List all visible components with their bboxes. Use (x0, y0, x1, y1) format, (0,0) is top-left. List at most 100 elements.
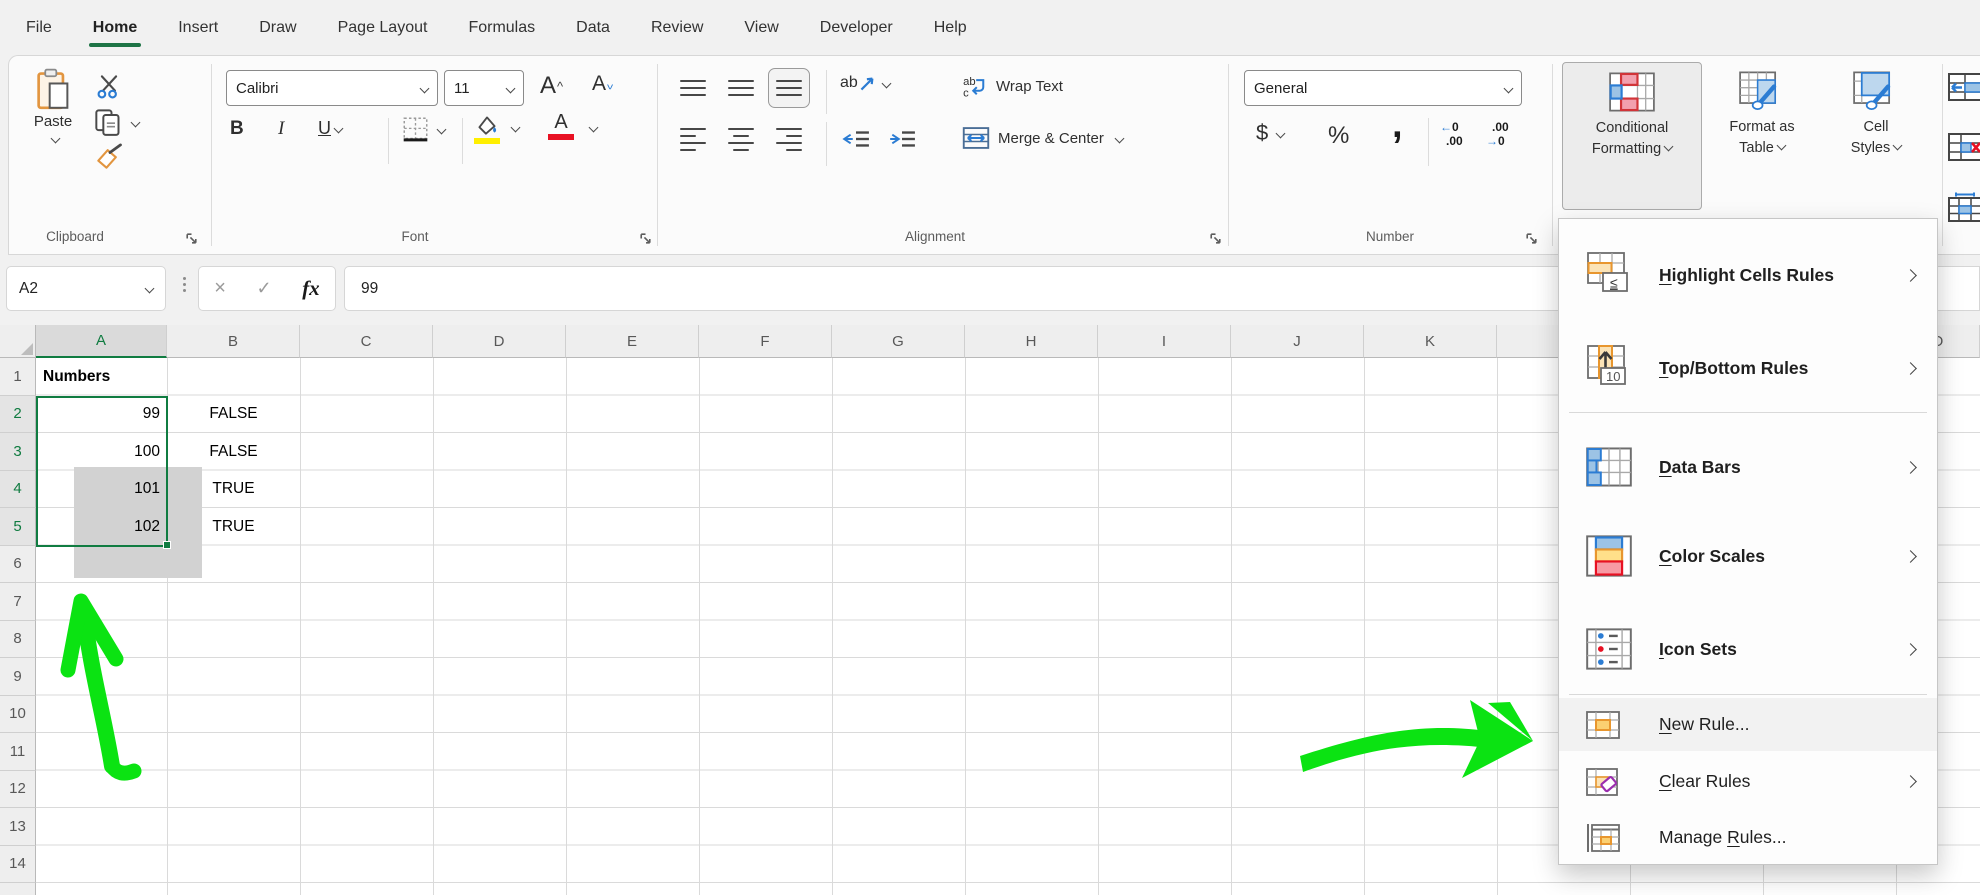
row-header-2[interactable]: 2 (0, 395, 36, 433)
underline-dropdown-chevron[interactable] (333, 123, 344, 134)
row-header-13[interactable]: 13 (0, 808, 36, 846)
tab-developer[interactable]: Developer (818, 15, 895, 41)
menu-item-icon-sets[interactable]: Icon Sets (1559, 607, 1937, 691)
comma-format-button[interactable]: , (1392, 104, 1403, 147)
tab-insert[interactable]: Insert (176, 15, 220, 41)
align-center-button[interactable] (728, 128, 754, 152)
orientation-button[interactable]: ab (840, 74, 892, 92)
cancel-icon[interactable]: × (214, 277, 226, 300)
menu-item-clear-rules[interactable]: Clear Rules (1559, 755, 1937, 808)
row-header-12[interactable]: 12 (0, 770, 36, 808)
tab-draw[interactable]: Draw (257, 15, 298, 41)
paste-dropdown-chevron[interactable] (50, 133, 60, 144)
menu-item-highlight-cells-rules[interactable]: ≤ Highlight Cells Rules (1559, 237, 1937, 313)
merge-center-button[interactable]: Merge & Center (962, 126, 1125, 150)
column-header-i[interactable]: I (1098, 325, 1231, 358)
align-right-button[interactable] (776, 128, 802, 152)
font-name-combo[interactable]: Calibri (226, 70, 438, 106)
number-dialog-launcher[interactable] (1524, 231, 1539, 246)
orientation-dropdown-chevron[interactable] (881, 78, 892, 88)
menu-item-manage-rules[interactable]: Manage Rules... (1559, 811, 1937, 864)
paste-button[interactable]: Paste (22, 68, 84, 144)
decrease-font-size-button[interactable]: A ^ (592, 72, 613, 96)
column-header-e[interactable]: E (566, 325, 699, 358)
row-header-7[interactable]: 7 (0, 583, 36, 621)
increase-font-size-button[interactable]: A ^ (540, 72, 563, 100)
format-cells-button[interactable] (1948, 192, 1980, 222)
row-header-10[interactable]: 10 (0, 695, 36, 733)
menu-item-new-rule[interactable]: New Rule... (1559, 698, 1937, 751)
row-header-11[interactable]: 11 (0, 733, 36, 771)
column-header-d[interactable]: D (433, 325, 566, 358)
row-header-8[interactable]: 8 (0, 620, 36, 658)
cell-b3[interactable]: FALSE (167, 433, 300, 471)
number-format-combo[interactable]: General (1244, 70, 1522, 106)
column-header-b[interactable]: B (167, 325, 300, 358)
font-dialog-launcher[interactable] (638, 231, 653, 246)
row-header-5[interactable]: 5 (0, 508, 36, 546)
fill-handle[interactable] (162, 541, 171, 549)
borders-button[interactable] (402, 116, 447, 143)
column-header-f[interactable]: F (699, 325, 832, 358)
tab-file[interactable]: File (24, 15, 54, 41)
column-header-k[interactable]: K (1364, 325, 1497, 358)
menu-item-top-bottom-rules[interactable]: 10 Top/Bottom Rules (1559, 327, 1937, 409)
underline-button[interactable]: U (318, 118, 344, 139)
row-header-15[interactable]: 15 (0, 883, 36, 895)
cell-b4[interactable]: TRUE (167, 471, 300, 509)
tab-review[interactable]: Review (649, 15, 705, 41)
tab-help[interactable]: Help (932, 15, 969, 41)
row-header-9[interactable]: 9 (0, 658, 36, 696)
merge-center-chevron[interactable] (1114, 133, 1125, 143)
row-header-4[interactable]: 4 (0, 470, 36, 508)
format-as-table-button[interactable]: Format as Table (1708, 62, 1816, 210)
enter-icon[interactable]: ✓ (257, 278, 272, 299)
insert-cells-button[interactable] (1948, 72, 1980, 102)
percent-format-button[interactable]: % (1328, 122, 1349, 150)
alignment-dialog-launcher[interactable] (1208, 231, 1223, 246)
increase-indent-button[interactable] (888, 128, 916, 150)
font-size-combo[interactable]: 11 (444, 70, 524, 106)
cell-a2-active[interactable]: 99 (36, 396, 167, 434)
wrap-text-button[interactable]: ab c Wrap Text (962, 74, 1063, 98)
top-align-button[interactable] (680, 80, 706, 97)
currency-format-button[interactable]: $ (1256, 120, 1286, 146)
decrease-decimal-button[interactable]: .00 →0 (1486, 120, 1509, 148)
tab-formulas[interactable]: Formulas (466, 15, 537, 41)
font-color-chevron[interactable] (586, 122, 599, 133)
tab-data[interactable]: Data (574, 15, 612, 41)
fill-color-chevron[interactable] (508, 122, 521, 133)
formula-bar-grip[interactable] (183, 277, 186, 292)
format-painter-button[interactable] (96, 143, 124, 169)
tab-home[interactable]: Home (88, 15, 142, 47)
cut-button[interactable] (96, 74, 122, 100)
row-header-3[interactable]: 3 (0, 433, 36, 471)
select-all-corner[interactable] (0, 325, 36, 358)
middle-align-button[interactable] (728, 80, 754, 97)
insert-function-icon[interactable]: fx (302, 276, 320, 301)
copy-dropdown-chevron[interactable] (130, 117, 141, 127)
fill-color-button[interactable] (474, 114, 500, 144)
column-header-j[interactable]: J (1231, 325, 1364, 358)
copy-button[interactable] (94, 108, 141, 136)
cell-a1[interactable]: Numbers (36, 358, 167, 396)
font-color-button[interactable]: A (548, 112, 574, 140)
increase-decimal-button[interactable]: ←0 .00 (1440, 120, 1463, 148)
cell-styles-button[interactable]: Cell Styles (1822, 62, 1930, 210)
currency-dropdown-chevron[interactable] (1275, 128, 1286, 138)
tab-view[interactable]: View (742, 15, 780, 41)
name-box[interactable]: A2 (6, 266, 166, 311)
cell-b2[interactable]: FALSE (167, 396, 300, 434)
cell-a3[interactable]: 100 (36, 433, 167, 471)
column-header-h[interactable]: H (965, 325, 1098, 358)
column-header-c[interactable]: C (300, 325, 433, 358)
row-header-14[interactable]: 14 (0, 845, 36, 883)
column-header-g[interactable]: G (832, 325, 965, 358)
conditional-formatting-button[interactable]: Conditional Formatting (1562, 62, 1702, 210)
delete-cells-button[interactable] (1948, 132, 1980, 162)
tab-page-layout[interactable]: Page Layout (336, 15, 430, 41)
clipboard-dialog-launcher[interactable] (184, 231, 199, 246)
cell-a5[interactable]: 102 (36, 508, 167, 546)
row-header-6[interactable]: 6 (0, 545, 36, 583)
menu-item-data-bars[interactable]: Data Bars (1559, 425, 1937, 509)
